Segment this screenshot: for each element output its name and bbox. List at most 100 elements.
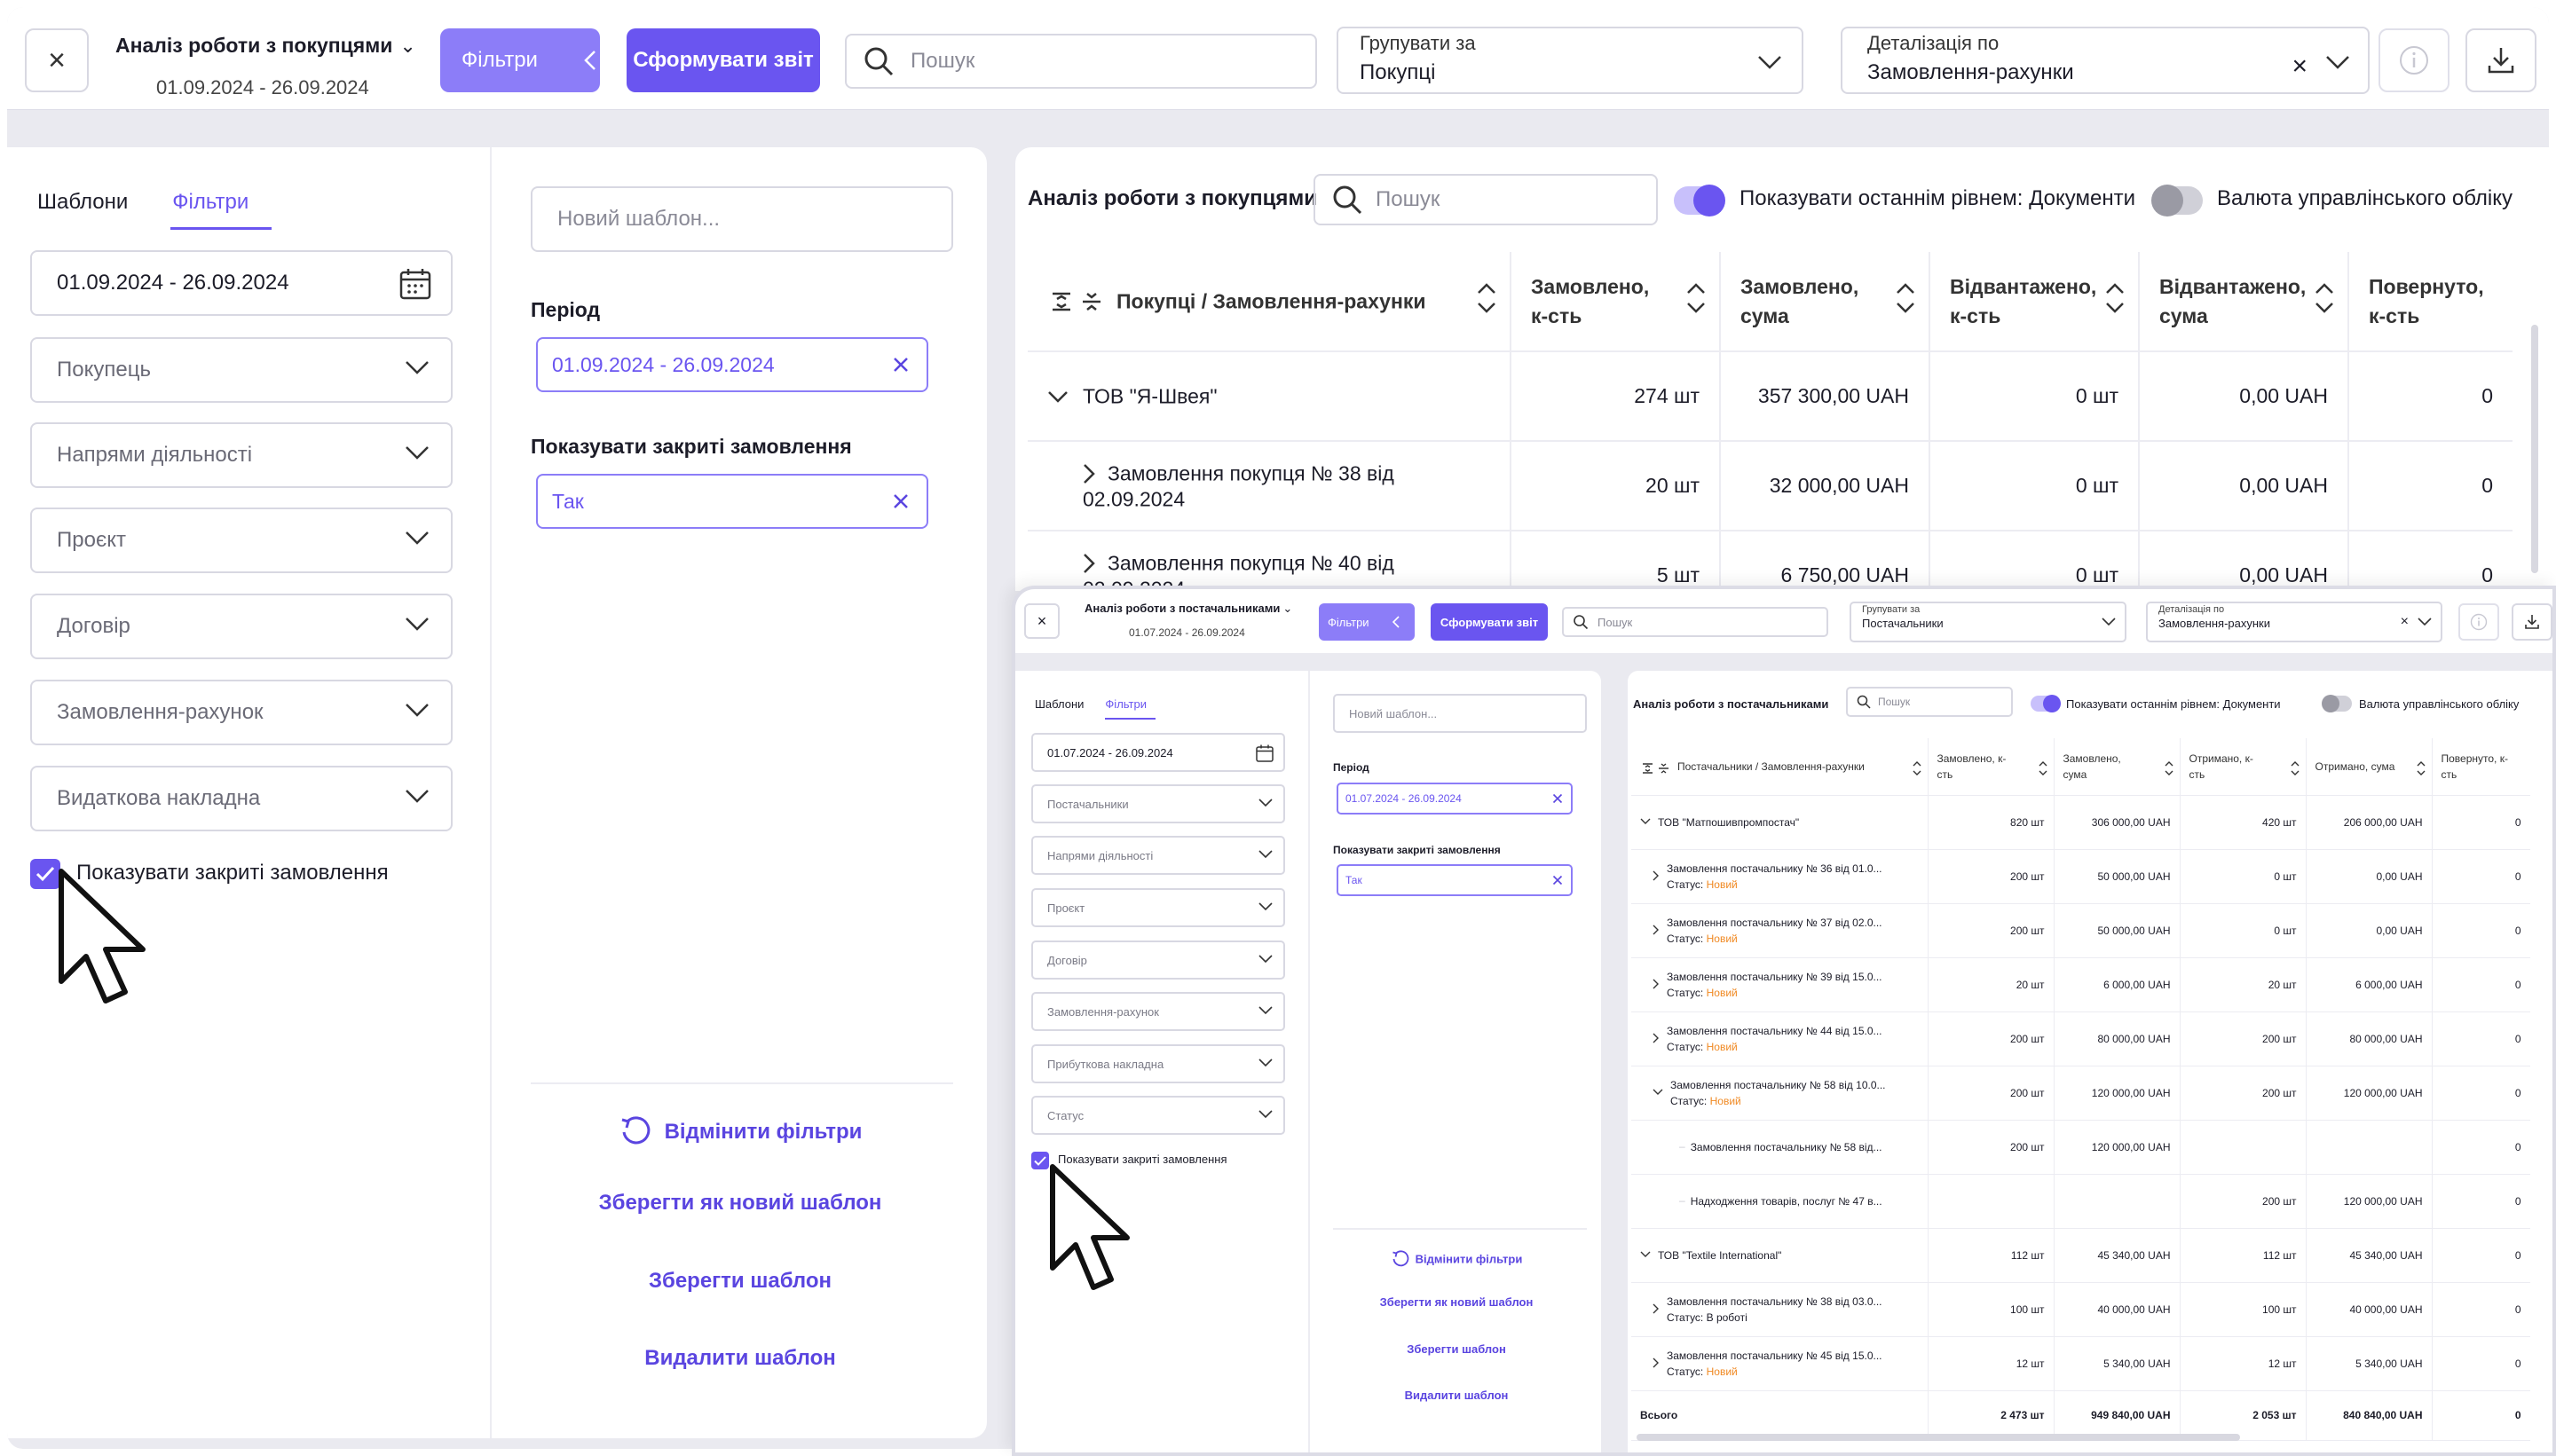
- column-header-returned-qty[interactable]: Повернуто, к-сть: [2347, 252, 2513, 352]
- expand-collapse-all-icon[interactable]: [1051, 291, 1104, 312]
- table-row[interactable]: Замовлення постачальнику № 37 від 02.0..…: [1631, 903, 2530, 958]
- period-date-field[interactable]: 01.07.2024 - 26.09.2024: [1031, 733, 1285, 772]
- report-title-dropdown[interactable]: Аналіз роботи з покупцями ⌄: [115, 34, 416, 58]
- table-row[interactable]: Замовлення постачальнику № 36 від 01.0..…: [1631, 849, 2530, 904]
- info-button[interactable]: [2458, 603, 2499, 641]
- close-icon[interactable]: [888, 351, 914, 378]
- chevron-down-icon[interactable]: [1653, 1089, 1663, 1096]
- save-template-button[interactable]: Зберегти шаблон: [492, 1269, 989, 1294]
- chevron-right-icon[interactable]: [1653, 979, 1660, 989]
- expand-collapse-all-icon[interactable]: [1642, 762, 1670, 775]
- sort-icon[interactable]: [1912, 759, 1922, 777]
- detail-by-select[interactable]: Деталізація по Замовлення-рахунки ×: [2146, 602, 2442, 642]
- generate-report-button[interactable]: Сформувати звіт: [627, 28, 820, 92]
- receipt-invoice-select[interactable]: Прибуткова накладна: [1031, 1044, 1285, 1083]
- sort-icon[interactable]: [2164, 759, 2174, 777]
- supplier-select[interactable]: Постачальники: [1031, 784, 1285, 823]
- chevron-down-icon[interactable]: [1640, 1251, 1651, 1258]
- close-icon[interactable]: [1550, 872, 1566, 888]
- table-row[interactable]: – Замовлення постачальнику № 58 від... 200…: [1631, 1120, 2530, 1175]
- column-header-received-sum[interactable]: Отримано, сума: [2305, 738, 2432, 796]
- clear-icon[interactable]: ×: [2401, 614, 2409, 630]
- table-row[interactable]: Замовлення покупця № 40 від 02.09.2024 5…: [1028, 531, 2513, 591]
- show-closed-chip[interactable]: Так: [1337, 864, 1573, 896]
- save-as-new-template-button[interactable]: Зберегти як новий шаблон: [492, 1191, 989, 1216]
- table-row[interactable]: ТОВ "Textile International" 112 шт 45 340,…: [1631, 1228, 2530, 1283]
- activity-select[interactable]: Напрями діяльності: [1031, 836, 1285, 875]
- column-header-name[interactable]: Постачальники / Замовлення-рахунки: [1631, 738, 1928, 796]
- download-button[interactable]: [2512, 603, 2552, 641]
- period-chip[interactable]: 01.07.2024 - 26.09.2024: [1337, 783, 1573, 815]
- chevron-right-icon[interactable]: [1083, 463, 1095, 484]
- table-row[interactable]: Замовлення покупця № 38 від 02.09.2024 2…: [1028, 441, 2513, 531]
- chevron-right-icon[interactable]: [1653, 1033, 1660, 1043]
- table-row[interactable]: – Надходження товарів, послуг № 47 в... 20…: [1631, 1174, 2530, 1229]
- chevron-right-icon[interactable]: [1653, 925, 1660, 935]
- horizontal-scrollbar[interactable]: [1637, 1434, 2240, 1441]
- show-closed-chip[interactable]: Так: [536, 474, 928, 529]
- column-header-ordered-sum[interactable]: Замовлено, сума: [2053, 738, 2180, 796]
- period-date-field[interactable]: 01.09.2024 - 26.09.2024: [30, 250, 453, 316]
- sort-icon[interactable]: [2314, 280, 2335, 316]
- download-button[interactable]: [2465, 28, 2536, 92]
- sort-icon[interactable]: [2104, 280, 2126, 316]
- column-header-received-qty[interactable]: Отримано, к-сть: [2179, 738, 2306, 796]
- currency-toggle[interactable]: [2322, 695, 2352, 712]
- project-select[interactable]: Проєкт: [30, 508, 453, 573]
- report-search-input[interactable]: Пошук: [1314, 174, 1658, 225]
- calendar-icon[interactable]: [398, 266, 433, 302]
- sort-icon[interactable]: [1895, 280, 1916, 316]
- order-invoice-select[interactable]: Замовлення-рахунок: [1031, 992, 1285, 1031]
- close-icon[interactable]: [1550, 791, 1566, 807]
- calendar-icon[interactable]: [1255, 744, 1274, 763]
- detail-by-select[interactable]: Деталізація по Замовлення-рахунки ×: [1841, 27, 2370, 94]
- sort-icon[interactable]: [2038, 759, 2048, 777]
- cancel-filters-button[interactable]: Відмінити фільтри: [1310, 1249, 1603, 1269]
- group-by-select[interactable]: Групувати за Постачальники: [1850, 602, 2126, 642]
- sort-icon[interactable]: [1685, 280, 1707, 316]
- chevron-right-icon[interactable]: [1083, 553, 1095, 574]
- column-header-ordered-qty[interactable]: Замовлено, к-сть: [1927, 738, 2054, 796]
- new-template-input[interactable]: Новий шаблон...: [531, 186, 953, 252]
- show-closed-checkbox[interactable]: [1031, 1152, 1049, 1169]
- sort-icon[interactable]: [2290, 759, 2300, 777]
- contract-select[interactable]: Договір: [30, 594, 453, 659]
- chevron-right-icon[interactable]: [1653, 1358, 1660, 1368]
- info-button[interactable]: [2378, 28, 2450, 92]
- contract-select[interactable]: Договір: [1031, 940, 1285, 980]
- new-template-input[interactable]: Новий шаблон...: [1333, 694, 1587, 733]
- table-row[interactable]: Замовлення постачальнику № 44 від 15.0..…: [1631, 1011, 2530, 1066]
- search-input[interactable]: Пошук: [1562, 607, 1828, 637]
- column-header-shipped-qty[interactable]: Відвантажено, к-сть: [1929, 252, 2139, 352]
- filters-button[interactable]: Фільтри: [1319, 603, 1415, 641]
- save-template-button[interactable]: Зберегти шаблон: [1310, 1342, 1603, 1356]
- column-header-ordered-sum[interactable]: Замовлено, сума: [1719, 252, 1929, 352]
- order-invoice-select[interactable]: Замовлення-рахунок: [30, 680, 453, 745]
- table-row[interactable]: ТОВ "Матпошивпромпостач" 820 шт 306 000,00…: [1631, 795, 2530, 850]
- report-search-input[interactable]: Пошук: [1846, 687, 2013, 717]
- report-title-dropdown[interactable]: Аналіз роботи з постачальниками ⌄: [1085, 602, 1292, 616]
- last-level-toggle[interactable]: [2031, 695, 2061, 712]
- close-icon[interactable]: [888, 488, 914, 515]
- sort-icon[interactable]: [2416, 759, 2426, 777]
- cancel-filters-button[interactable]: Відмінити фільтри: [492, 1114, 989, 1150]
- chevron-right-icon[interactable]: [1653, 870, 1660, 881]
- chevron-right-icon[interactable]: [1653, 1303, 1660, 1314]
- chevron-down-icon[interactable]: [1640, 818, 1651, 825]
- table-row[interactable]: Замовлення постачальнику № 45 від 15.0..…: [1631, 1336, 2530, 1391]
- search-input[interactable]: Пошук: [845, 34, 1317, 89]
- currency-toggle[interactable]: [2151, 185, 2203, 216]
- table-row[interactable]: ТОВ "Я-Швея" 274 шт 357 300,00 UAH 0 шт …: [1028, 351, 2513, 442]
- tab-templates[interactable]: Шаблони: [1035, 697, 1084, 720]
- column-header-returned-qty[interactable]: Повернуто, к-сть: [2431, 738, 2530, 796]
- delete-template-button[interactable]: Видалити шаблон: [492, 1346, 989, 1371]
- close-button[interactable]: ×: [1024, 603, 1060, 639]
- table-row[interactable]: Замовлення постачальнику № 39 від 15.0..…: [1631, 957, 2530, 1012]
- group-by-select[interactable]: Групувати за Покупці: [1337, 27, 1803, 94]
- period-chip[interactable]: 01.09.2024 - 26.09.2024: [536, 337, 928, 392]
- close-button[interactable]: ×: [25, 28, 89, 92]
- buyer-select[interactable]: Покупець: [30, 337, 453, 403]
- column-header-name[interactable]: Покупці / Замовлення-рахунки: [1028, 252, 1511, 352]
- chevron-down-icon[interactable]: [1047, 390, 1069, 403]
- column-header-ordered-qty[interactable]: Замовлено, к-сть: [1510, 252, 1720, 352]
